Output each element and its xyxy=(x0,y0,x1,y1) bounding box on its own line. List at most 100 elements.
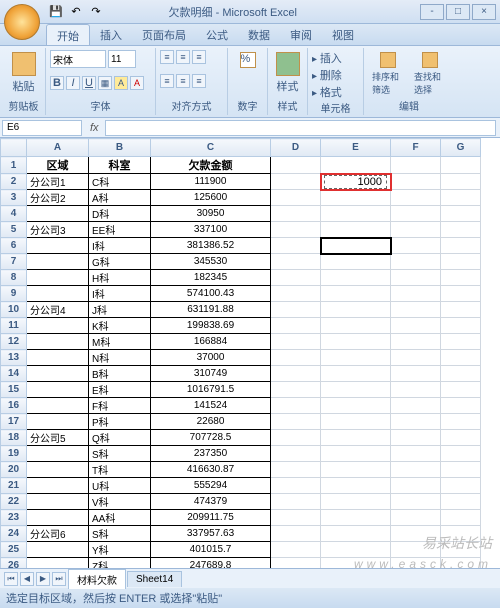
cell[interactable] xyxy=(27,286,89,302)
cell[interactable]: C科 xyxy=(89,174,151,190)
cell[interactable] xyxy=(441,414,481,430)
cell[interactable] xyxy=(271,238,321,254)
fx-icon[interactable]: fx xyxy=(84,122,105,134)
cell[interactable] xyxy=(391,462,441,478)
sheet-nav-next[interactable]: ▶ xyxy=(36,572,50,586)
cell[interactable]: I科 xyxy=(89,238,151,254)
cell[interactable] xyxy=(441,526,481,542)
cell[interactable] xyxy=(441,174,481,190)
cell[interactable] xyxy=(391,222,441,238)
cell[interactable]: S科 xyxy=(89,526,151,542)
save-icon[interactable]: 💾 xyxy=(48,4,64,20)
cell[interactable] xyxy=(441,478,481,494)
cell[interactable] xyxy=(27,478,89,494)
cell[interactable] xyxy=(441,430,481,446)
cell[interactable] xyxy=(27,510,89,526)
cell[interactable] xyxy=(271,157,321,174)
cell[interactable] xyxy=(441,238,481,254)
cell[interactable]: Y科 xyxy=(89,542,151,558)
cell[interactable] xyxy=(271,414,321,430)
cell[interactable]: EE科 xyxy=(89,222,151,238)
cell[interactable]: 125600 xyxy=(151,190,271,206)
italic-button[interactable]: I xyxy=(66,76,80,90)
cell[interactable]: 111900 xyxy=(151,174,271,190)
cell[interactable] xyxy=(271,510,321,526)
cell[interactable] xyxy=(441,190,481,206)
row-header[interactable]: 23 xyxy=(1,510,27,526)
cell[interactable]: 555294 xyxy=(151,478,271,494)
cell[interactable] xyxy=(391,494,441,510)
sheet-nav-last[interactable]: ⏭ xyxy=(52,572,66,586)
undo-icon[interactable]: ↶ xyxy=(68,4,84,20)
cell[interactable]: I科 xyxy=(89,286,151,302)
cell[interactable]: 22680 xyxy=(151,414,271,430)
name-box[interactable] xyxy=(2,120,82,136)
cell[interactable]: 474379 xyxy=(151,494,271,510)
cell[interactable]: U科 xyxy=(89,478,151,494)
cell[interactable]: Q科 xyxy=(89,430,151,446)
cell[interactable]: 分公司2 xyxy=(27,190,89,206)
cell[interactable] xyxy=(271,558,321,569)
cell[interactable] xyxy=(391,366,441,382)
cell[interactable] xyxy=(271,526,321,542)
cell[interactable] xyxy=(27,318,89,334)
paste-button[interactable]: 粘贴 xyxy=(6,50,41,96)
cell[interactable]: 37000 xyxy=(151,350,271,366)
row-header[interactable]: 4 xyxy=(1,206,27,222)
cell[interactable] xyxy=(321,270,391,286)
row-header[interactable]: 2 xyxy=(1,174,27,190)
cell[interactable] xyxy=(271,206,321,222)
select-all-button[interactable] xyxy=(1,139,27,157)
cell[interactable]: 237350 xyxy=(151,446,271,462)
cell[interactable] xyxy=(391,478,441,494)
cell[interactable] xyxy=(441,254,481,270)
cell[interactable]: G科 xyxy=(89,254,151,270)
cell[interactable] xyxy=(391,558,441,569)
cell[interactable] xyxy=(391,254,441,270)
cell[interactable]: H科 xyxy=(89,270,151,286)
cell[interactable] xyxy=(271,446,321,462)
cell[interactable] xyxy=(27,398,89,414)
cell[interactable] xyxy=(321,462,391,478)
cells-insert-button[interactable]: ▸ 插入 xyxy=(312,50,342,66)
cell[interactable] xyxy=(441,302,481,318)
cell[interactable]: 401015.7 xyxy=(151,542,271,558)
cell[interactable] xyxy=(391,174,441,190)
row-header[interactable]: 5 xyxy=(1,222,27,238)
sheet-tab-1[interactable]: 材料欠款 xyxy=(68,569,126,589)
row-header[interactable]: 3 xyxy=(1,190,27,206)
cell[interactable] xyxy=(441,206,481,222)
cell[interactable]: 141524 xyxy=(151,398,271,414)
cell[interactable]: F科 xyxy=(89,398,151,414)
cell[interactable] xyxy=(321,206,391,222)
close-button[interactable]: × xyxy=(472,4,496,20)
cell[interactable]: 209911.75 xyxy=(151,510,271,526)
cell[interactable] xyxy=(391,206,441,222)
cell[interactable] xyxy=(441,318,481,334)
cell[interactable] xyxy=(271,334,321,350)
cell[interactable] xyxy=(27,334,89,350)
cell[interactable]: M科 xyxy=(89,334,151,350)
cell[interactable] xyxy=(391,414,441,430)
cell[interactable] xyxy=(391,430,441,446)
find-select-button[interactable]: 查找和选择 xyxy=(410,50,450,98)
row-header[interactable]: 19 xyxy=(1,446,27,462)
cells-format-button[interactable]: ▸ 格式 xyxy=(312,84,342,100)
row-header[interactable]: 7 xyxy=(1,254,27,270)
col-header-c[interactable]: C xyxy=(151,139,271,157)
cell[interactable] xyxy=(271,286,321,302)
align-bot-button[interactable]: ≡ xyxy=(192,50,206,64)
cell[interactable] xyxy=(321,494,391,510)
col-header-b[interactable]: B xyxy=(89,139,151,157)
cell[interactable] xyxy=(391,446,441,462)
cell[interactable]: K科 xyxy=(89,318,151,334)
cell[interactable]: 分公司4 xyxy=(27,302,89,318)
cell[interactable] xyxy=(271,398,321,414)
cell[interactable]: 416630.87 xyxy=(151,462,271,478)
formula-bar[interactable] xyxy=(105,120,496,136)
cell[interactable] xyxy=(441,286,481,302)
cell[interactable] xyxy=(271,494,321,510)
cell[interactable]: D科 xyxy=(89,206,151,222)
cell[interactable] xyxy=(27,558,89,569)
tab-home[interactable]: 开始 xyxy=(46,24,90,45)
